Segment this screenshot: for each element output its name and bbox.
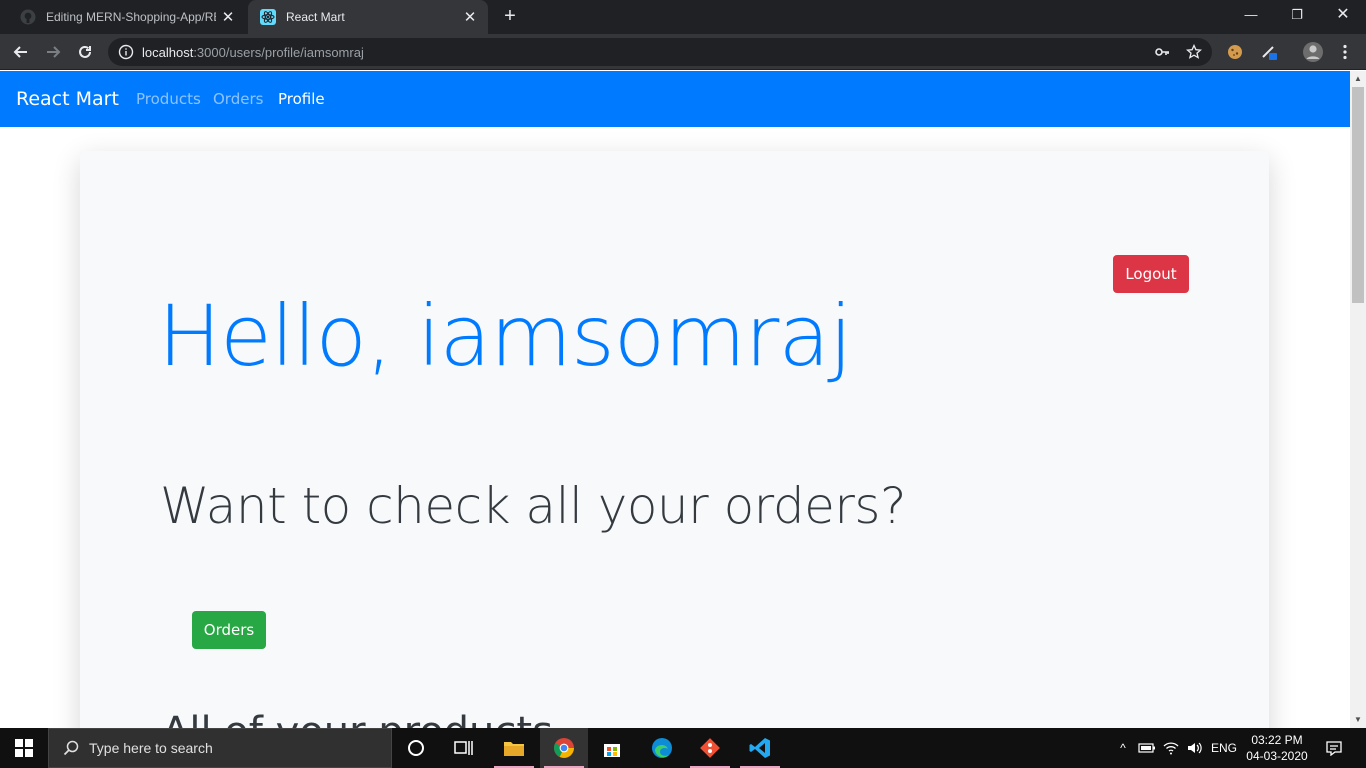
site-info-icon[interactable] [118, 44, 134, 60]
orders-question: Want to check all your orders? [160, 477, 907, 535]
navbar: React Mart Products Orders Profile [0, 71, 1350, 127]
tab-editing-readme[interactable]: Editing MERN-Shopping-App/RE ✕ [8, 0, 246, 34]
file-explorer-icon[interactable] [490, 728, 538, 768]
tab-title: React Mart [286, 10, 345, 24]
windows-start-icon[interactable] [0, 728, 48, 768]
cookie-extension-icon[interactable] [1226, 43, 1244, 61]
url-path: :3000/users/profile/iamsomraj [193, 45, 364, 60]
search-placeholder: Type here to search [89, 740, 213, 756]
new-tab-icon[interactable]: + [498, 5, 522, 29]
close-window-icon[interactable]: ✕ [1320, 0, 1366, 32]
browser-tab-strip: Editing MERN-Shopping-App/RE ✕ React Mar… [0, 0, 1366, 34]
address-bar[interactable]: localhost:3000/users/profile/iamsomraj [108, 38, 1212, 66]
volume-icon[interactable] [1184, 728, 1206, 768]
github-icon [20, 9, 36, 25]
minimize-icon[interactable]: — [1228, 0, 1274, 32]
chrome-icon[interactable] [540, 728, 588, 768]
battery-icon[interactable] [1136, 728, 1158, 768]
cortana-icon[interactable] [392, 728, 440, 768]
back-icon[interactable] [8, 39, 34, 65]
menu-kebab-icon[interactable] [1336, 43, 1354, 61]
nav-link-products[interactable]: Products [136, 90, 201, 108]
git-kraken-icon[interactable] [686, 728, 734, 768]
pen-extension-icon[interactable] [1260, 43, 1278, 61]
url-host: localhost [142, 45, 194, 60]
nav-link-orders[interactable]: Orders [213, 90, 263, 108]
logout-button[interactable]: Logout [1113, 255, 1189, 293]
tab-react-mart[interactable]: React Mart ✕ [248, 0, 488, 34]
restore-icon[interactable]: ❐ [1274, 0, 1320, 32]
edge-icon[interactable] [638, 728, 686, 768]
reload-icon[interactable] [72, 39, 98, 65]
taskbar-search-input[interactable]: Type here to search [48, 728, 392, 768]
greeting-heading: Hello, iamsomraj [158, 287, 852, 385]
windows-taskbar: Type here to search ^ ENG 03:22 PM 04-03… [0, 728, 1366, 768]
clock-time: 03:22 PM [1251, 733, 1303, 747]
scroll-thumb[interactable] [1352, 87, 1364, 303]
products-heading: All of your products [162, 709, 553, 728]
star-icon[interactable] [1185, 43, 1203, 60]
show-hidden-icons-icon[interactable]: ^ [1112, 728, 1134, 768]
language-indicator[interactable]: ENG [1208, 728, 1240, 768]
tab-title: Editing MERN-Shopping-App/RE [46, 10, 216, 24]
forward-icon[interactable] [40, 39, 66, 65]
wifi-icon[interactable] [1160, 728, 1182, 768]
clock-date: 04-03-2020 [1246, 749, 1308, 763]
vscode-icon[interactable] [736, 728, 784, 768]
scroll-up-icon[interactable]: ▲ [1350, 71, 1366, 87]
notifications-icon[interactable] [1320, 728, 1348, 768]
nav-link-profile[interactable]: Profile [278, 90, 325, 108]
url-text: localhost:3000/users/profile/iamsomraj [142, 45, 364, 60]
close-tab-icon[interactable]: ✕ [458, 8, 482, 26]
page-viewport: React Mart Products Orders Profile Logou… [0, 71, 1350, 728]
profile-avatar-icon[interactable] [1302, 41, 1324, 63]
clock[interactable]: 03:22 PM 04-03-2020 [1244, 728, 1310, 768]
close-tab-icon[interactable]: ✕ [216, 8, 240, 26]
orders-button[interactable]: Orders [192, 611, 266, 649]
browser-toolbar: localhost:3000/users/profile/iamsomraj [0, 34, 1366, 70]
react-icon [260, 9, 276, 25]
task-view-icon[interactable] [440, 728, 488, 768]
brand-logo[interactable]: React Mart [16, 88, 119, 110]
page-scrollbar[interactable]: ▲ ▼ [1350, 71, 1366, 728]
microsoft-store-icon[interactable] [588, 728, 636, 768]
scroll-down-icon[interactable]: ▼ [1350, 712, 1366, 728]
profile-jumbotron: Logout Hello, iamsomraj Want to check al… [80, 151, 1269, 728]
search-icon [63, 740, 79, 756]
key-icon[interactable] [1154, 44, 1170, 60]
